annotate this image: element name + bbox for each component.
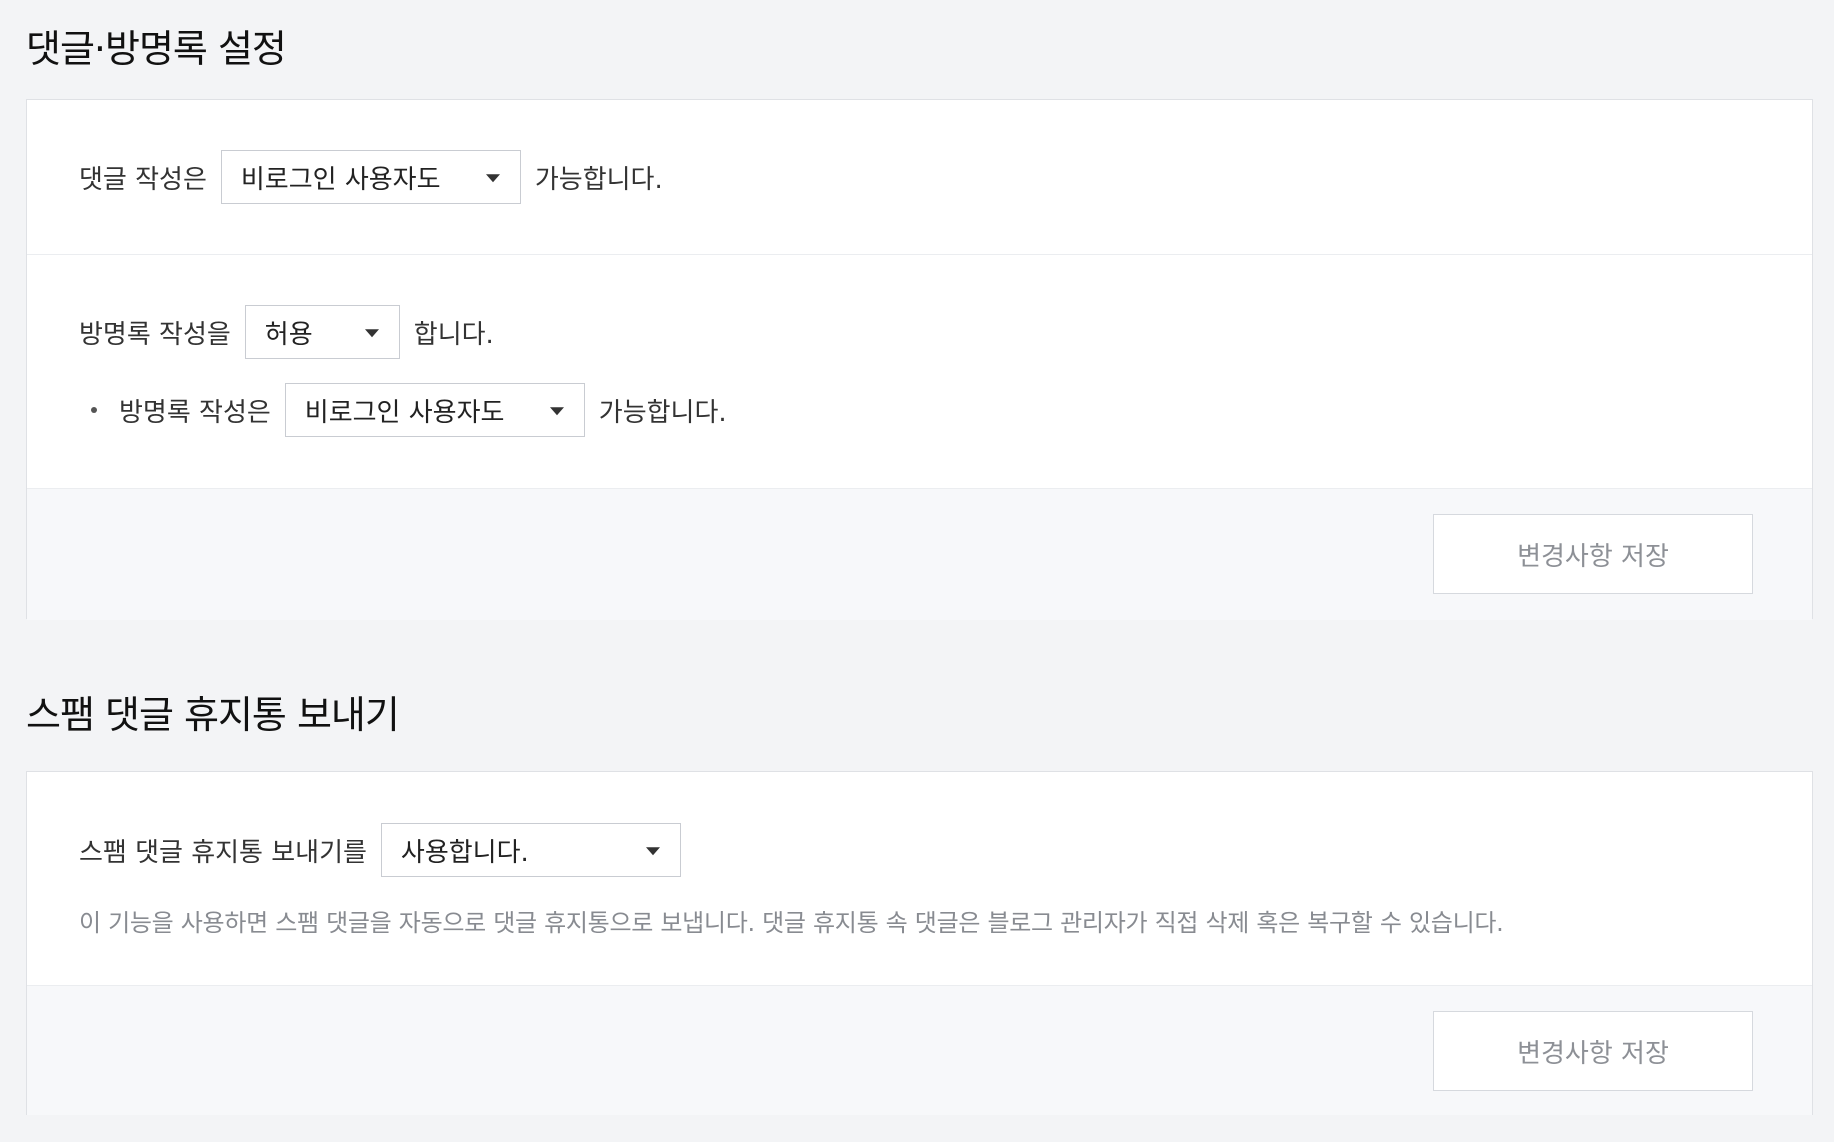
spam-description: 이 기능을 사용하면 스팸 댓글을 자동으로 댓글 휴지통으로 보냅니다. 댓글…: [79, 909, 1504, 937]
comment-guestbook-card: 댓글 작성은 비로그인 사용자도 가능합니다. 방명록 작성을 허용 합니다.: [26, 99, 1813, 620]
guestbook-write-suffix: 합니다.: [413, 319, 494, 350]
save-button[interactable]: 변경사항 저장: [1433, 514, 1753, 594]
spam-block: 스팸 댓글 휴지통 보내기를 사용합니다. 이 기능을 사용하면 스팸 댓글을 …: [27, 772, 1812, 985]
guestbook-write-row: 방명록 작성을 허용 합니다.: [79, 305, 494, 359]
bullet-dot: [91, 407, 97, 413]
guestbook-who-select[interactable]: 비로그인 사용자도: [284, 383, 585, 437]
caret-down-icon: [364, 329, 379, 338]
spam-row: 스팸 댓글 휴지통 보내기를 사용합니다.: [79, 823, 695, 877]
guestbook-allow-selected: 허용: [264, 319, 313, 350]
comment-write-selected: 비로그인 사용자도: [240, 164, 441, 195]
caret-down-icon: [549, 407, 564, 416]
comment-write-select[interactable]: 비로그인 사용자도: [220, 150, 521, 204]
comment-write-suffix: 가능합니다.: [534, 164, 663, 195]
spam-selected: 사용합니다.: [400, 837, 529, 868]
spam-section-title: 스팸 댓글 휴지통 보내기: [26, 693, 400, 737]
comment-write-prefix: 댓글 작성은: [79, 164, 207, 195]
spam-select[interactable]: 사용합니다.: [380, 823, 681, 877]
guestbook-allow-select[interactable]: 허용: [244, 305, 400, 359]
guestbook-who-selected: 비로그인 사용자도: [304, 397, 505, 428]
comment-write-block: 댓글 작성은 비로그인 사용자도 가능합니다.: [27, 100, 1812, 254]
comment-write-row: 댓글 작성은 비로그인 사용자도 가능합니다.: [27, 150, 663, 204]
guestbook-who-row: 방명록 작성은 비로그인 사용자도 가능합니다.: [27, 383, 727, 437]
caret-down-icon: [645, 847, 660, 856]
spam-prefix: 스팸 댓글 휴지통 보내기를: [79, 837, 367, 868]
comment-guestbook-section-title: 댓글·방명록 설정: [26, 27, 287, 71]
spam-card: 스팸 댓글 휴지통 보내기를 사용합니다. 이 기능을 사용하면 스팸 댓글을 …: [26, 771, 1813, 1115]
save-button[interactable]: 변경사항 저장: [1433, 1011, 1753, 1091]
guestbook-write-prefix: 방명록 작성을: [79, 319, 231, 350]
comment-guestbook-footer: 변경사항 저장: [27, 488, 1812, 620]
caret-down-icon: [485, 174, 500, 183]
spam-footer: 변경사항 저장: [27, 985, 1812, 1115]
settings-page: 댓글·방명록 설정 댓글 작성은 비로그인 사용자도 가능합니다. 방명록 작성…: [26, 0, 1813, 1115]
guestbook-who-suffix: 가능합니다.: [598, 397, 727, 428]
guestbook-who-prefix: 방명록 작성은: [119, 397, 271, 428]
guestbook-block: 방명록 작성을 허용 합니다. 방명록 작성은 비로그인 사용자도 가능합니다.: [27, 255, 1812, 488]
